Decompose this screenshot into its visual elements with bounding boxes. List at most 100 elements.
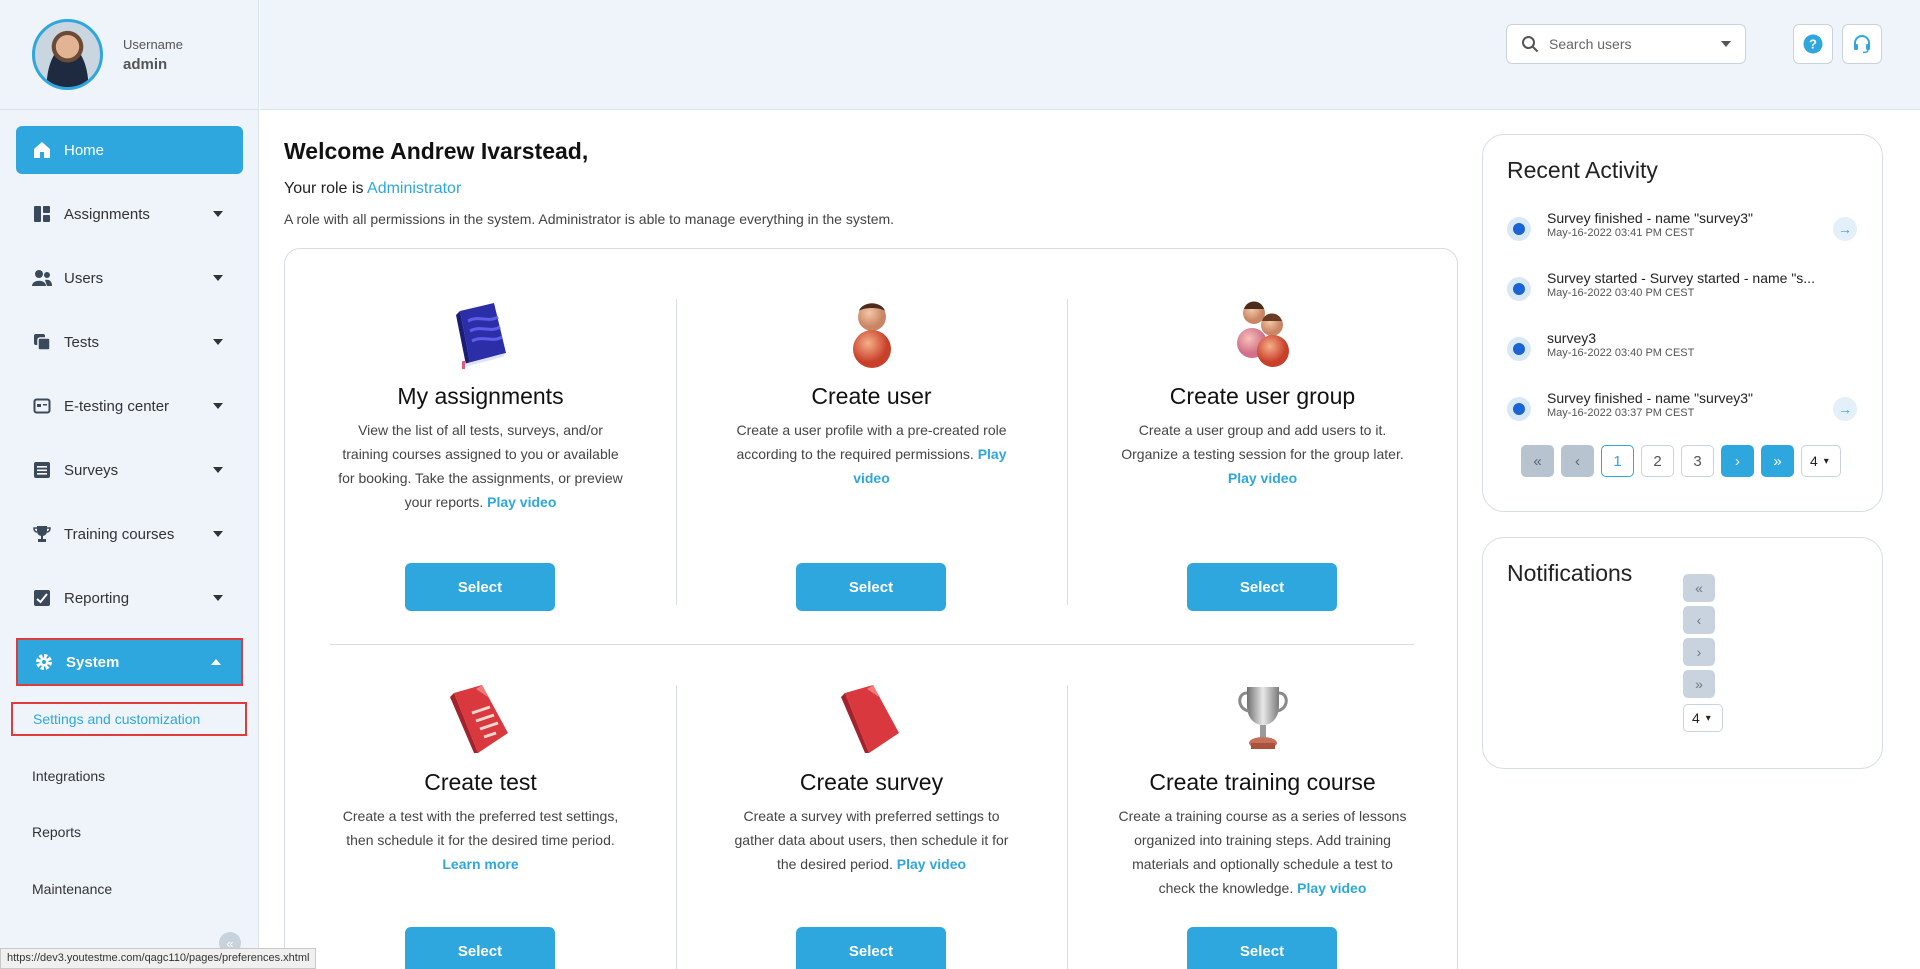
sidebar-item-surveys[interactable]: Surveys bbox=[16, 446, 243, 494]
card-description-text: Create a user group and add users to it.… bbox=[1121, 422, 1404, 462]
role-prefix: Your role is bbox=[284, 180, 364, 197]
help-icon: ? bbox=[1803, 34, 1823, 54]
last-page-button[interactable]: » bbox=[1683, 670, 1715, 698]
sidebar-item-users[interactable]: Users bbox=[16, 254, 243, 302]
role-link[interactable]: Administrator bbox=[367, 180, 461, 197]
user-profile: Username admin bbox=[0, 0, 258, 110]
sidebar-subitem-maintenance[interactable]: Maintenance bbox=[12, 872, 247, 906]
card-title: Create training course bbox=[1149, 769, 1376, 795]
sidebar-item-label: Reporting bbox=[64, 589, 130, 607]
first-page-button[interactable]: « bbox=[1521, 445, 1554, 477]
arrow-right-icon[interactable]: → bbox=[1833, 397, 1857, 421]
recent-activity-title: Recent Activity bbox=[1507, 157, 1658, 183]
learn-more-link[interactable]: Learn more bbox=[442, 856, 518, 872]
card-title: Create test bbox=[424, 769, 537, 795]
next-page-button[interactable]: › bbox=[1721, 445, 1754, 477]
chevron-down-icon: ▾ bbox=[1823, 455, 1829, 467]
select-button[interactable]: Select bbox=[405, 563, 555, 611]
top-header: Search users ? bbox=[260, 0, 1920, 110]
activity-item: Survey finished - name "survey3" May-16-… bbox=[1507, 209, 1857, 249]
first-page-button[interactable]: « bbox=[1683, 574, 1715, 602]
card-my-assignments: My assignments View the list of all test… bbox=[285, 297, 676, 617]
sidebar-item-home[interactable]: Home bbox=[16, 126, 243, 174]
card-description: Create a test with the preferred test se… bbox=[285, 804, 676, 934]
activity-dot-icon bbox=[1507, 277, 1531, 301]
card-description: Create a survey with preferred settings … bbox=[676, 804, 1067, 934]
welcome-title: Welcome Andrew Ivarstead, bbox=[284, 138, 589, 164]
activity-item: Survey finished - name "survey3" May-16-… bbox=[1507, 389, 1857, 429]
sidebar-subitem-settings-and-customization[interactable]: Settings and customization bbox=[11, 702, 247, 736]
sidebar-item-label: Assignments bbox=[64, 205, 150, 223]
double-chevron-left-icon: « bbox=[1533, 452, 1542, 470]
search-icon bbox=[1521, 35, 1539, 53]
card-title: Create user bbox=[811, 383, 932, 409]
sidebar: Username admin Home Assignments Users Te… bbox=[0, 0, 259, 969]
card-description-text: Create a survey with preferred settings … bbox=[734, 808, 1009, 872]
chevron-down-icon bbox=[213, 403, 223, 409]
role-description: A role with all permissions in the syste… bbox=[284, 211, 895, 227]
page-size-select[interactable]: 4 ▾ bbox=[1683, 704, 1723, 732]
assignments-icon bbox=[32, 204, 52, 224]
chevron-down-icon bbox=[213, 531, 223, 537]
play-video-link[interactable]: Play video bbox=[1297, 880, 1366, 896]
play-video-link[interactable]: Play video bbox=[1228, 470, 1297, 486]
select-button[interactable]: Select bbox=[1187, 927, 1337, 969]
arrow-right-icon[interactable]: → bbox=[1833, 217, 1857, 241]
support-button[interactable] bbox=[1842, 24, 1882, 64]
trophy-icon bbox=[32, 524, 52, 544]
gear-icon bbox=[34, 652, 54, 672]
activity-title: Survey finished - name "survey3" bbox=[1547, 210, 1754, 226]
activity-title: Survey started - Survey started - name "… bbox=[1547, 270, 1815, 286]
divider bbox=[330, 644, 1414, 645]
next-page-button[interactable]: › bbox=[1683, 638, 1715, 666]
role-line: Your role is Administrator bbox=[284, 180, 461, 198]
activity-date: May-16-2022 03:41 PM CEST bbox=[1547, 227, 1695, 239]
select-button[interactable]: Select bbox=[405, 927, 555, 969]
chevron-down-icon bbox=[213, 275, 223, 281]
prev-page-button[interactable]: ‹ bbox=[1561, 445, 1594, 477]
page-button[interactable]: 1 bbox=[1601, 445, 1634, 477]
page-size-value: 4 bbox=[1692, 710, 1700, 726]
sidebar-item-label: Tests bbox=[64, 333, 100, 351]
sidebar-item-tests[interactable]: Tests bbox=[16, 318, 243, 366]
sidebar-item-label: E-testing center bbox=[64, 397, 170, 415]
sidebar-item-assignments[interactable]: Assignments bbox=[16, 190, 243, 238]
page-button[interactable]: 3 bbox=[1681, 445, 1714, 477]
page-button[interactable]: 2 bbox=[1641, 445, 1674, 477]
sidebar-item-label: Training courses bbox=[64, 525, 175, 543]
test-document-icon bbox=[285, 683, 676, 755]
card-create-user-group: Create user group Create a user group an… bbox=[1067, 297, 1458, 617]
card-title: Create survey bbox=[799, 769, 944, 795]
sidebar-item-system[interactable]: System bbox=[16, 638, 243, 686]
sidebar-subitem-integrations[interactable]: Integrations bbox=[12, 759, 247, 793]
sidebar-subitem-reports[interactable]: Reports bbox=[12, 815, 247, 849]
home-icon bbox=[32, 140, 52, 160]
select-button[interactable]: Select bbox=[796, 563, 946, 611]
last-page-button[interactable]: » bbox=[1761, 445, 1794, 477]
avatar[interactable] bbox=[32, 19, 103, 90]
double-chevron-right-icon: » bbox=[1695, 676, 1703, 692]
notifications-title: Notifications bbox=[1507, 560, 1633, 586]
user-group-icon bbox=[1067, 297, 1458, 369]
activity-dot-icon bbox=[1507, 217, 1531, 241]
username-label: Username bbox=[123, 36, 183, 52]
play-video-link[interactable]: Play video bbox=[897, 856, 966, 872]
sidebar-item-training-courses[interactable]: Training courses bbox=[16, 510, 243, 558]
page-size-select[interactable]: 4 ▾ bbox=[1801, 445, 1841, 477]
prev-page-button[interactable]: ‹ bbox=[1683, 606, 1715, 634]
trophy-cup-icon bbox=[1067, 683, 1458, 755]
page-size-value: 4 bbox=[1810, 453, 1818, 469]
activity-title: survey3 bbox=[1547, 330, 1597, 346]
select-button[interactable]: Select bbox=[796, 927, 946, 969]
card-description: Create a training course as a series of … bbox=[1067, 804, 1458, 934]
svg-text:?: ? bbox=[1809, 37, 1817, 52]
search-users-dropdown[interactable]: Search users bbox=[1506, 24, 1746, 64]
chevron-down-icon bbox=[1721, 41, 1731, 47]
sidebar-item-e-testing-center[interactable]: E-testing center bbox=[16, 382, 243, 430]
sidebar-item-label: Surveys bbox=[64, 461, 119, 479]
help-button[interactable]: ? bbox=[1793, 24, 1833, 64]
chevron-down-icon bbox=[213, 339, 223, 345]
sidebar-item-reporting[interactable]: Reporting bbox=[16, 574, 243, 622]
play-video-link[interactable]: Play video bbox=[487, 494, 556, 510]
select-button[interactable]: Select bbox=[1187, 563, 1337, 611]
